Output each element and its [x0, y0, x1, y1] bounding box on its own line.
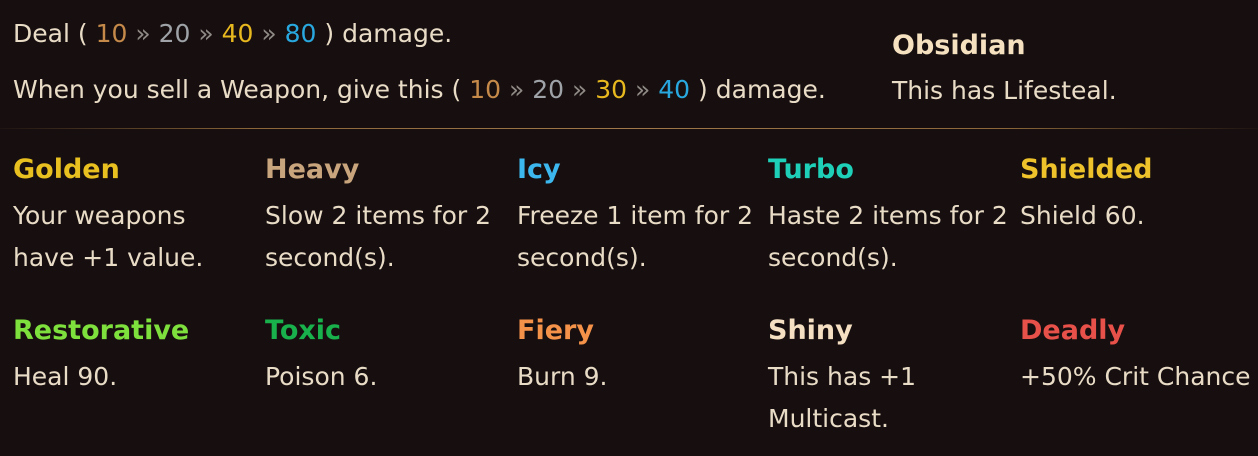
enchantment-deadly: Deadly +50% Crit Chance: [1020, 314, 1258, 398]
enchantment-name: Restorative: [13, 315, 190, 346]
tier-gold-value: 40: [221, 19, 254, 48]
enchantment-name: Shiny: [768, 315, 853, 346]
enchantment-icy: Icy Freeze 1 item for 2 second(s).: [517, 153, 757, 279]
damage-suffix: damage.: [342, 19, 453, 48]
tier-separator: »: [261, 19, 277, 48]
enchantment-fiery: Fiery Burn 9.: [517, 314, 757, 398]
enchantment-turbo: Turbo Haste 2 items for 2 second(s).: [768, 153, 1008, 279]
tier-separator: »: [135, 19, 151, 48]
enchantment-description: Heal 90.: [13, 362, 118, 391]
sell-line: When you sell a Weapon, give this ( 10 »…: [13, 77, 826, 102]
enchantment-description: Slow 2 items for 2 second(s).: [265, 201, 492, 272]
sell-suffix: damage.: [715, 75, 826, 104]
tier-bronze-value: 10: [95, 19, 128, 48]
damage-prefix: Deal: [13, 19, 70, 48]
enchantment-heavy: Heavy Slow 2 items for 2 second(s).: [265, 153, 505, 279]
section-divider: [0, 128, 1258, 129]
tier-silver-value: 20: [532, 75, 565, 104]
tier-bronze-value: 10: [469, 75, 502, 104]
enchantment-name: Icy: [517, 154, 561, 185]
tier-separator: »: [198, 19, 214, 48]
tier-close-paren: ): [324, 19, 335, 48]
enchantment-description: Burn 9.: [517, 362, 608, 391]
tier-open-paren: (: [451, 75, 462, 104]
enchantment-name: Fiery: [517, 315, 594, 346]
enchantment-description: Poison 6.: [265, 362, 378, 391]
tier-separator: »: [508, 75, 525, 104]
tier-silver-value: 20: [158, 19, 191, 48]
tier-close-paren: ): [698, 75, 708, 104]
side-enchant-description: This has Lifesteal.: [892, 76, 1117, 105]
enchantment-description: Your weapons have +1 value.: [13, 201, 204, 272]
enchantment-name: Shielded: [1020, 154, 1153, 185]
enchantment-description: Haste 2 items for 2 second(s).: [768, 201, 1008, 272]
tier-diamond-value: 40: [658, 75, 691, 104]
tier-open-paren: (: [77, 19, 88, 48]
enchantment-toxic: Toxic Poison 6.: [265, 314, 505, 398]
enchantment-name: Deadly: [1020, 315, 1126, 346]
enchantment-restorative: Restorative Heal 90.: [13, 314, 253, 398]
enchantment-name: Turbo: [768, 154, 854, 185]
enchantment-description: Shield 60.: [1020, 201, 1145, 230]
enchantment-description: Freeze 1 item for 2 second(s).: [517, 201, 754, 272]
enchantment-name: Golden: [13, 154, 120, 185]
side-enchant-title: Obsidian: [892, 30, 1026, 61]
tier-separator: »: [635, 75, 651, 104]
enchantment-description: This has +1 Multicast.: [768, 362, 917, 433]
enchantment-name: Heavy: [265, 154, 360, 185]
tier-diamond-value: 80: [284, 19, 317, 48]
tier-separator: »: [572, 75, 588, 104]
enchantment-name: Toxic: [265, 315, 342, 346]
sell-prefix: When you sell a Weapon, give this: [13, 75, 444, 104]
enchantment-description: +50% Crit Chance: [1020, 362, 1251, 391]
enchantment-shiny: Shiny This has +1 Multicast.: [768, 314, 1008, 440]
enchantment-shielded: Shielded Shield 60.: [1020, 153, 1258, 237]
enchantment-golden: Golden Your weapons have +1 value.: [13, 153, 253, 279]
tier-gold-value: 30: [595, 75, 628, 104]
damage-line: Deal ( 10 » 20 » 40 » 80 ) damage.: [13, 21, 452, 46]
